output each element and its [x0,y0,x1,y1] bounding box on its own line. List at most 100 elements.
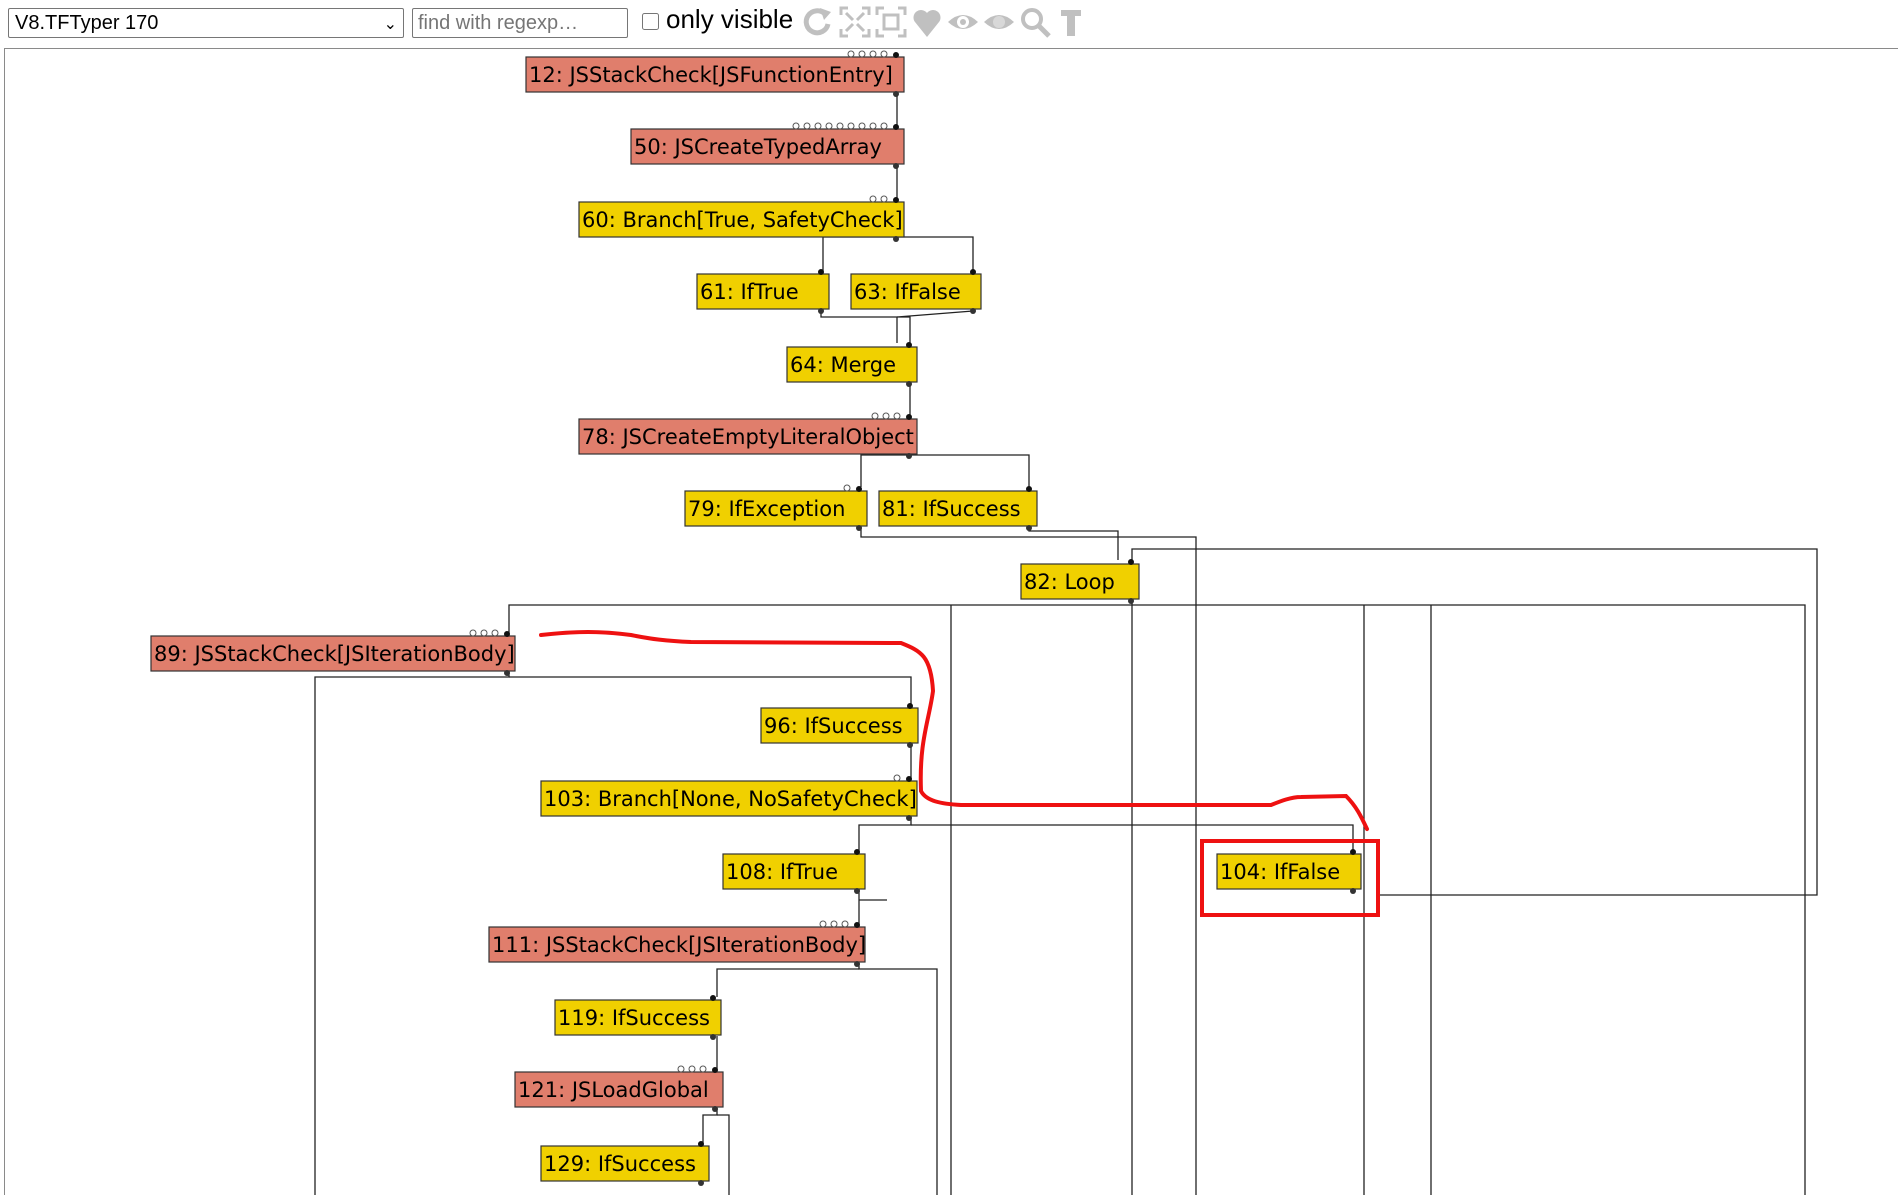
value-input-port [893,774,901,782]
input-port [907,703,913,709]
only-visible-checkbox[interactable] [642,13,659,30]
output-port [1026,525,1032,531]
input-port [504,631,510,637]
output-port [1350,888,1356,894]
edge-25 [858,963,938,1195]
edge-5 [896,310,974,343]
input-port [893,52,899,58]
input-port [906,342,912,348]
graph-node-121[interactable]: 121: JSLoadGlobal [514,1065,724,1112]
node-label: 81: IfSuccess [882,497,1021,521]
node-label: 96: IfSuccess [764,714,903,738]
output-port [906,381,912,387]
value-input-port [880,122,888,130]
node-label: 79: IfException [688,497,845,521]
graph-node-60[interactable]: 60: Branch[True, SafetyCheck] [578,195,905,242]
chevron-down-icon: ⌄ [383,16,397,33]
value-input-port [814,122,822,130]
toolbar: V8.TFTyper 170 ⌄ only visible [0,0,1898,48]
node-label: 111: JSStackCheck[JSIterationBody] [492,933,866,957]
type-icon[interactable] [1054,4,1088,40]
value-input-port [841,920,849,928]
output-port [818,308,824,314]
value-input-port [869,122,877,130]
value-input-port [688,1065,696,1073]
input-port [854,922,860,928]
output-port [854,961,860,967]
input-port [893,197,899,203]
rearrange-icon[interactable] [800,4,834,40]
value-input-port [871,412,879,420]
input-port [906,776,912,782]
edge-2 [822,236,897,271]
graph-node-96[interactable]: 96: IfSuccess [760,703,919,748]
graph-node-50[interactable]: 50: JSCreateTypedArray [630,122,905,169]
node-label: 61: IfTrue [700,280,799,304]
value-input-port [882,412,890,420]
eye-toggle-icon[interactable] [982,4,1016,40]
graph-node-78[interactable]: 78: JSCreateEmptyLiteralObject [578,412,918,459]
only-visible-label: only visible [666,4,794,34]
nodes: 12: JSStackCheck[JSFunctionEntry] 50: JSC… [150,50,1362,1186]
value-input-port [893,412,901,420]
node-label: 64: Merge [790,353,896,377]
graph-node-79[interactable]: 79: IfException [684,484,868,531]
input-port [818,269,824,275]
graph-canvas[interactable]: 12: JSStackCheck[JSFunctionEntry] 50: JSC… [5,49,1898,1195]
edge-3 [897,236,974,271]
graph-view[interactable]: 12: JSStackCheck[JSFunctionEntry] 50: JSC… [4,48,1898,1195]
node-label: 89: JSStackCheck[JSIterationBody] [154,642,515,666]
input-port [1128,559,1134,565]
output-port [907,742,913,748]
output-port [504,670,510,676]
node-label: 121: JSLoadGlobal [518,1078,709,1102]
graph-node-12[interactable]: 12: JSStackCheck[JSFunctionEntry] [525,50,905,97]
graph-node-82[interactable]: 82: Loop [1020,559,1140,604]
output-port [854,888,860,894]
value-input-port [480,629,488,637]
edge-8 [910,454,1030,487]
node-label: 104: IfFalse [1220,860,1340,884]
value-input-port [858,122,866,130]
node-label: 129: IfSuccess [544,1152,696,1176]
node-label: 108: IfTrue [726,860,838,884]
graph-node-89[interactable]: 89: JSStackCheck[JSIterationBody] [150,629,516,676]
value-input-port [843,484,851,492]
graph-node-129[interactable]: 129: IfSuccess [540,1141,710,1186]
input-port [970,269,976,275]
phase-select[interactable]: V8.TFTyper 170 ⌄ [8,8,404,38]
output-port [712,1106,718,1112]
search-input[interactable] [412,8,628,38]
edge-13 [1132,604,1806,1195]
value-input-port [847,122,855,130]
edge-10 [1028,527,1119,560]
node-label: 82: Loop [1024,570,1115,594]
eye-icon[interactable] [946,4,980,40]
graph-node-103[interactable]: 103: Branch[None, NoSafetyCheck] [540,774,918,821]
graph-node-81[interactable]: 81: IfSuccess [878,486,1038,531]
output-port [906,815,912,821]
edges [314,93,1818,1195]
graph-node-111[interactable]: 111: JSStackCheck[JSIterationBody] [488,920,866,967]
graph-node-61[interactable]: 61: IfTrue [696,269,830,314]
graph-node-119[interactable]: 119: IfSuccess [554,995,722,1040]
graph-node-64[interactable]: 64: Merge [786,342,918,387]
graph-node-104[interactable]: 104: IfFalse [1216,849,1362,894]
node-label: 119: IfSuccess [558,1006,710,1030]
edge-28 [702,1108,718,1143]
zoom-icon[interactable] [1018,4,1052,40]
input-port [1026,486,1032,492]
heart-icon[interactable] [910,4,944,40]
value-input-port [491,629,499,637]
input-port [1350,849,1356,855]
input-port [893,124,899,130]
input-port [856,486,862,492]
value-input-port [825,122,833,130]
layout-icon[interactable] [838,4,872,40]
graph-node-108[interactable]: 108: IfTrue [722,849,866,894]
value-input-port [880,50,888,58]
edge-4 [820,311,898,343]
show-all-icon[interactable] [874,4,908,40]
graph-node-63[interactable]: 63: IfFalse [850,269,982,314]
value-input-port [869,195,877,203]
